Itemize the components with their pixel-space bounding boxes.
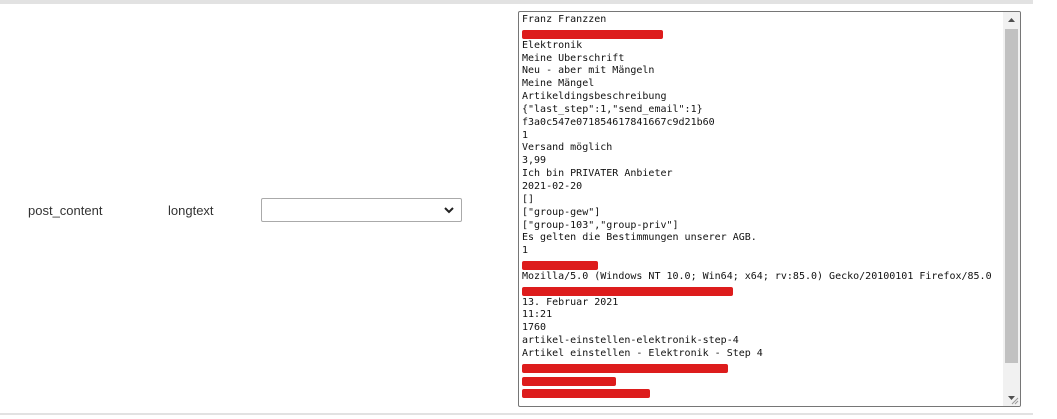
textarea-line: 13. Februar 2021: [522, 296, 619, 308]
field-type: longtext: [168, 203, 214, 218]
textarea-content: Franz Franzzen Elektronik Meine Überschr…: [522, 14, 1000, 399]
textarea-line: []: [522, 193, 535, 205]
redaction-bar: [522, 376, 616, 386]
textarea-line: Artikeldingsbeschreibung: [522, 91, 667, 103]
textarea-line: 1: [522, 129, 529, 141]
textarea-line: ["group-103","group-priv"]: [522, 219, 679, 231]
textarea-line: ["group-gew"]: [522, 206, 601, 218]
scroll-up-arrow-icon[interactable]: [1003, 12, 1020, 29]
top-divider: [0, 0, 1033, 4]
textarea-line: Franz Franzzen: [522, 14, 607, 25]
textarea-line: 1: [522, 245, 529, 257]
textarea-line: Neu - aber mit Mängeln: [522, 65, 655, 77]
scroll-thumb[interactable]: [1005, 29, 1018, 363]
textarea-line: Es gelten die Bestimmungen unserer AGB.: [522, 232, 757, 244]
textarea-line: [522, 374, 1000, 387]
value-textarea[interactable]: Franz Franzzen Elektronik Meine Überschr…: [518, 11, 1021, 407]
textarea-line: artikel-einstellen-elektronik-step-4: [522, 335, 739, 347]
bottom-divider: [0, 413, 1033, 415]
textarea-line: [522, 284, 1000, 297]
redaction-bar: [522, 286, 733, 296]
field-name: post_content: [28, 203, 103, 218]
textarea-line: Elektronik: [522, 39, 583, 51]
textarea-line: Meine Mängel: [522, 78, 595, 90]
textarea-scrollbar[interactable]: [1003, 12, 1020, 406]
textarea-line: {"last_step":1,"send_email":1}: [522, 103, 703, 115]
resize-grip-icon[interactable]: [1009, 395, 1019, 405]
textarea-line: [522, 386, 1000, 399]
redaction-bar: [522, 29, 663, 39]
textarea-line: 11:21: [522, 309, 553, 321]
textarea-line: [522, 258, 1000, 271]
textarea-line: Meine Überschrift: [522, 52, 625, 64]
redaction-bar: [522, 363, 728, 373]
textarea-line: [522, 27, 1000, 40]
redaction-bar: [522, 389, 650, 399]
textarea-line: Artikel einstellen - Elektronik - Step 4: [522, 347, 763, 359]
textarea-line: f3a0c547e071854617841667c9d21b60: [522, 116, 715, 128]
textarea-line: [522, 361, 1000, 374]
textarea-line: Versand möglich: [522, 142, 613, 154]
textarea-line: Ich bin PRIVATER Anbieter: [522, 168, 673, 180]
textarea-line: Mozilla/5.0 (Windows NT 10.0; Win64; x64…: [522, 270, 992, 282]
textarea-line: 1760: [522, 322, 547, 334]
function-select[interactable]: [261, 198, 462, 222]
textarea-line: 2021-02-20: [522, 180, 583, 192]
textarea-line: 3,99: [522, 155, 547, 167]
redaction-bar: [522, 261, 598, 271]
chevron-down-icon: [444, 207, 454, 214]
